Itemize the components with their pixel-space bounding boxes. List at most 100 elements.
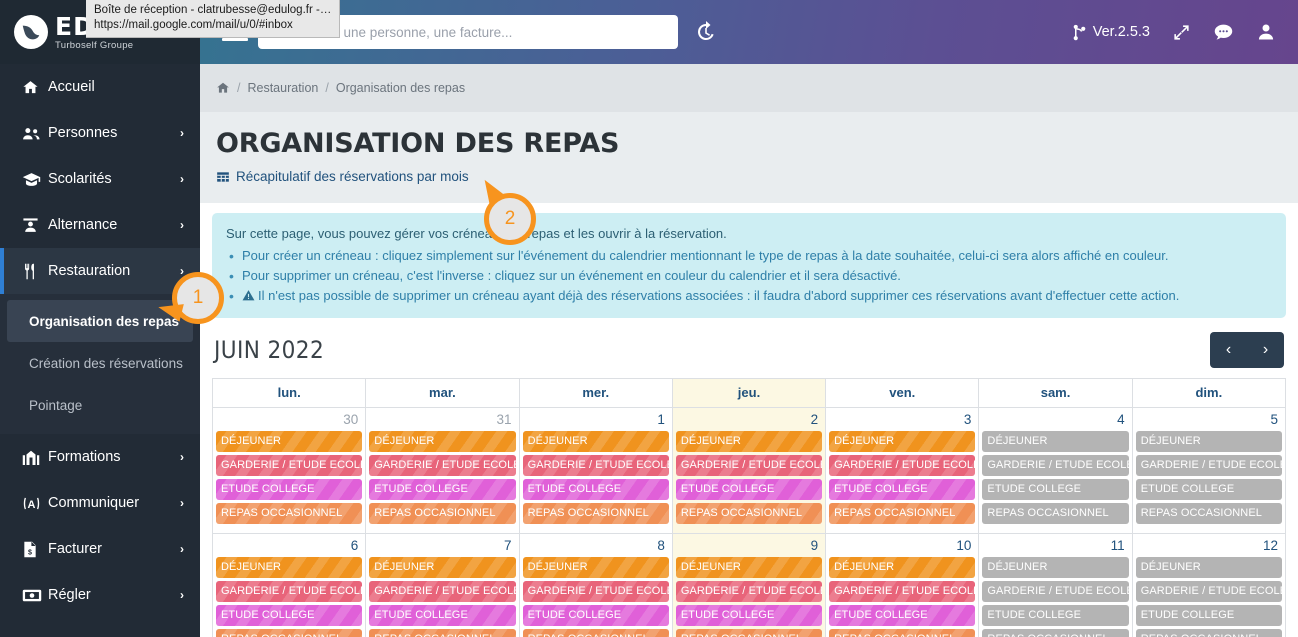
calendar-event[interactable]: DÉJEUNER [675,556,823,578]
calendar-event[interactable]: DÉJEUNER [369,556,516,578]
calendar-event[interactable]: ETUDE COLLEGE [369,478,516,500]
calendar-day-cell[interactable]: 12 DÉJEUNER GARDERIE / ETUDE ECOLE ETUDE CO… [1132,533,1285,637]
calendar-event[interactable]: ETUDE COLLEGE [829,478,976,500]
calendar-event[interactable]: GARDERIE / ETUDE ECOLE [1135,580,1282,602]
calendar-event[interactable]: ETUDE COLLEGE [522,478,669,500]
sidebar-item-pointage[interactable]: Pointage [7,384,193,426]
calendar-event[interactable]: ETUDE COLLEGE [1135,478,1282,500]
expand-icon[interactable] [1172,23,1191,42]
calendar-event[interactable]: GARDERIE / ETUDE ECOLE [1135,454,1282,476]
calendar-event[interactable]: ETUDE COLLEGE [982,478,1129,500]
sidebar-item-formations[interactable]: Formations › [0,434,200,480]
cutlery-icon [22,263,48,280]
calendar-event[interactable]: DÉJEUNER [675,430,823,452]
calendar-event[interactable]: GARDERIE / ETUDE ECOLE [522,580,669,602]
calendar-event[interactable]: GARDERIE / ETUDE ECOLE [369,454,516,476]
calendar-event[interactable]: REPAS OCCASIONNEL [216,502,363,524]
calendar-event[interactable]: REPAS OCCASIONNEL [522,628,669,637]
calendar-event[interactable]: REPAS OCCASIONNEL [675,628,823,637]
building-icon [22,449,48,466]
calendar-dow-jeu: jeu. [672,378,827,408]
calendar-nav: ‹ › [1210,331,1284,368]
calendar-day-cell[interactable]: 6 DÉJEUNER GARDERIE / ETUDE ECOLE ETUDE COL… [213,533,367,637]
home-icon [22,79,48,96]
calendar-event[interactable]: GARDERIE / ETUDE ECOLE [675,454,823,476]
calendar-day-number: 11 [1110,537,1125,553]
calendar-event[interactable]: ETUDE COLLEGE [675,478,823,500]
calendar-day-cell[interactable]: 4 DÉJEUNER GARDERIE / ETUDE ECOLE ETUDE COL… [979,407,1133,534]
calendar-event[interactable]: REPAS OCCASIONNEL [1135,502,1282,524]
calendar-event[interactable]: REPAS OCCASIONNEL [216,628,363,637]
calendar-event[interactable]: DÉJEUNER [1135,430,1282,452]
calendar-event[interactable]: GARDERIE / ETUDE ECOLE [216,580,363,602]
calendar-event[interactable]: DÉJEUNER [982,556,1129,578]
calendar-event[interactable]: DÉJEUNER [982,430,1129,452]
calendar-day-cell[interactable]: 11 DÉJEUNER GARDERIE / ETUDE ECOLE ETUDE CO… [979,533,1133,637]
prev-month-button[interactable]: ‹ [1210,331,1247,368]
breadcrumb-item-restauration[interactable]: Restauration [247,81,318,95]
sidebar-item-scolarites[interactable]: Scolarités › [0,156,200,202]
calendar-event[interactable]: ETUDE COLLEGE [829,604,976,626]
sidebar-item-communiquer[interactable]: A Communiquer › [0,480,200,526]
calendar-event[interactable]: DÉJEUNER [1135,556,1282,578]
breadcrumb-item-organisation-des-repas[interactable]: Organisation des repas [336,81,465,95]
sidebar-item-regler[interactable]: Régler › [0,572,200,618]
sidebar-item-accueil[interactable]: Accueil [0,64,200,110]
calendar-event[interactable]: GARDERIE / ETUDE ECOLE [522,454,669,476]
calendar-day-cell[interactable]: 3 DÉJEUNER GARDERIE / ETUDE ECOLE ETUDE COL… [826,407,980,534]
calendar-event[interactable]: GARDERIE / ETUDE ECOLE [982,580,1129,602]
user-icon[interactable] [1256,22,1276,42]
calendar-event[interactable]: ETUDE COLLEGE [369,604,516,626]
calendar-day-cell[interactable]: 10 DÉJEUNER GARDERIE / ETUDE ECOLE ETUDE CO… [826,533,980,637]
recap-link[interactable]: Récapitulatif des réservations par mois [216,169,469,184]
calendar-event[interactable]: GARDERIE / ETUDE ECOLE [369,580,516,602]
calendar-event[interactable]: DÉJEUNER [216,430,363,452]
calendar-event[interactable]: ETUDE COLLEGE [675,604,823,626]
calendar-event[interactable]: REPAS OCCASIONNEL [369,628,516,637]
calendar-event[interactable]: ETUDE COLLEGE [1135,604,1282,626]
calendar-event[interactable]: REPAS OCCASIONNEL [982,628,1129,637]
breadcrumb-home-icon[interactable] [216,81,230,95]
info-bullet-3-text: Il n'est pas possible de supprimer un cr… [258,287,1180,303]
calendar-event[interactable]: REPAS OCCASIONNEL [982,502,1129,524]
calendar-event[interactable]: ETUDE COLLEGE [522,604,669,626]
calendar-grid: lun. mar. mer. jeu. ven. sam. dim. 30 DÉJEUNER G… [212,377,1286,637]
sidebar-item-alternance[interactable]: Alternance › [0,202,200,248]
calendar-event[interactable]: REPAS OCCASIONNEL [829,628,976,637]
calendar-event[interactable]: DÉJEUNER [829,556,976,578]
sidebar-item-creation-des-reservations[interactable]: Création des réservations [7,342,193,384]
calendar-event[interactable]: ETUDE COLLEGE [982,604,1129,626]
calendar-day-cell[interactable]: 1 DÉJEUNER GARDERIE / ETUDE ECOLE ETUDE COL… [519,407,673,534]
calendar-event[interactable]: GARDERIE / ETUDE ECOLE [216,454,363,476]
calendar-day-cell[interactable]: 5 DÉJEUNER GARDERIE / ETUDE ECOLE ETUDE COL… [1132,407,1285,534]
calendar-day-cell[interactable]: 9 DÉJEUNER GARDERIE / ETUDE ECOLE ETUDE COL… [672,533,827,637]
calendar-event[interactable]: DÉJEUNER [216,556,363,578]
sidebar-item-facturer[interactable]: $ Facturer › [0,526,200,572]
calendar-event[interactable]: DÉJEUNER [829,430,976,452]
calendar-event[interactable]: REPAS OCCASIONNEL [675,502,823,524]
calendar-day-cell[interactable]: 8 DÉJEUNER GARDERIE / ETUDE ECOLE ETUDE COL… [519,533,673,637]
calendar-event[interactable]: DÉJEUNER [522,556,669,578]
calendar-event[interactable]: REPAS OCCASIONNEL [829,502,976,524]
sidebar-item-restauration[interactable]: Restauration › [0,248,200,294]
calendar-event[interactable]: GARDERIE / ETUDE ECOLE [829,580,976,602]
sidebar-item-personnes[interactable]: Personnes › [0,110,200,156]
calendar-day-cell[interactable]: 7 DÉJEUNER GARDERIE / ETUDE ECOLE ETUDE COL… [366,533,520,637]
calendar-event[interactable]: ETUDE COLLEGE [216,604,363,626]
calendar-day-cell[interactable]: 2 DÉJEUNER GARDERIE / ETUDE ECOLE ETUDE COL… [672,407,827,534]
calendar-event[interactable]: GARDERIE / ETUDE ECOLE [675,580,823,602]
history-icon[interactable] [694,20,718,44]
calendar-event[interactable]: REPAS OCCASIONNEL [522,502,669,524]
calendar-event[interactable]: DÉJEUNER [369,430,516,452]
calendar-day-cell[interactable]: 30 DÉJEUNER GARDERIE / ETUDE ECOLE ETUDE CO… [213,407,367,534]
next-month-button[interactable]: › [1247,331,1284,368]
calendar-event[interactable]: DÉJEUNER [522,430,669,452]
calendar-event[interactable]: ETUDE COLLEGE [216,478,363,500]
chat-icon[interactable] [1213,22,1234,43]
calendar-day-cell[interactable]: 31 DÉJEUNER GARDERIE / ETUDE ECOLE ETUDE CO… [366,407,520,534]
calendar-event[interactable]: GARDERIE / ETUDE ECOLE [982,454,1129,476]
sidebar-label-accueil: Accueil [48,79,95,95]
calendar-event[interactable]: GARDERIE / ETUDE ECOLE [829,454,976,476]
calendar-event[interactable]: REPAS OCCASIONNEL [369,502,516,524]
calendar-event[interactable]: REPAS OCCASIONNEL [1135,628,1282,637]
